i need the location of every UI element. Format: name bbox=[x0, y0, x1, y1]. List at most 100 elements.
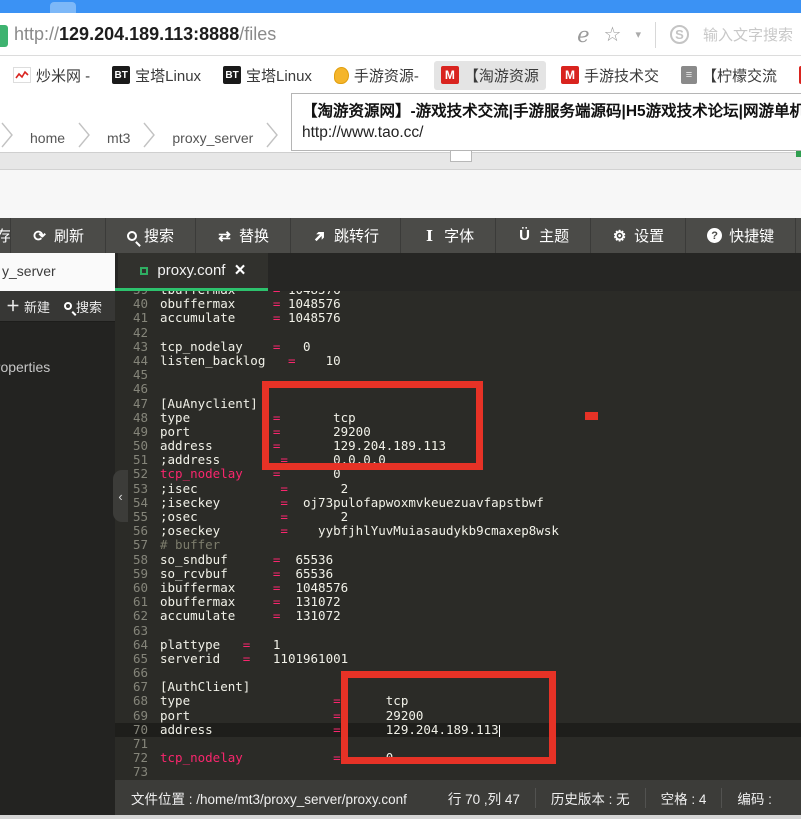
code-text: obuffermax = 131072 bbox=[160, 595, 341, 609]
url-text[interactable]: http://129.204.189.113:8888/files bbox=[14, 24, 276, 45]
divider bbox=[655, 22, 656, 48]
save-button-partial[interactable]: 存 bbox=[0, 218, 10, 253]
bookmark-label: 手游资源- bbox=[354, 65, 419, 86]
code-line[interactable]: 41accumulate = 1048576 bbox=[115, 311, 801, 325]
bookmark-item[interactable]: BT宝塔Linux bbox=[216, 61, 319, 90]
code-text: ;iseckey = oj73pulofapwoxmvkeuezuavfapst… bbox=[160, 496, 544, 510]
line-number: 62 bbox=[115, 609, 160, 623]
breadcrumb-item-mt3[interactable]: mt3 bbox=[91, 130, 142, 146]
line-number: 50 bbox=[115, 439, 160, 453]
settings-button[interactable]: ⚙设置 bbox=[591, 218, 685, 253]
bookmark-tooltip: 【淘游资源网】-游戏技术交流|手游服务端源码|H5游戏技术论坛|网游单机|手 h… bbox=[291, 93, 801, 151]
url-part: http:// bbox=[14, 24, 59, 44]
chart-icon bbox=[13, 67, 31, 83]
code-line[interactable]: 55;osec = 2 bbox=[115, 510, 801, 524]
toolbar-button-label: 主题 bbox=[539, 225, 569, 246]
file-location: 文件位置 : /home/mt3/proxy_server/proxy.conf bbox=[115, 788, 433, 808]
search-engine-icon[interactable]: S bbox=[670, 25, 689, 44]
new-file-button[interactable]: ＋ 新建 bbox=[6, 296, 50, 316]
bookmark-item[interactable]: M bbox=[792, 62, 801, 88]
code-line[interactable]: 62accumulate = 131072 bbox=[115, 609, 801, 623]
code-line[interactable]: 56;oseckey = yybfjhlYuvMuiasaudykb9cmaxe… bbox=[115, 524, 801, 538]
history-version[interactable]: 历史版本 : 无 bbox=[536, 788, 645, 808]
search-button[interactable]: 搜索 bbox=[106, 218, 195, 253]
help-button[interactable]: ?快捷键 bbox=[686, 218, 795, 253]
bookmark-item[interactable]: ≡【柠檬交流 bbox=[674, 61, 784, 90]
ie-compat-icon[interactable]: e bbox=[577, 23, 589, 47]
spaces-setting[interactable]: 空格 : 4 bbox=[646, 788, 722, 808]
bookmark-item[interactable]: 炒米网 - bbox=[6, 61, 97, 90]
code-line[interactable]: 58so_sndbuf = 65536 bbox=[115, 553, 801, 567]
toolbar-button-label: 跳转行 bbox=[334, 225, 379, 246]
bookmark-label: 【淘游资源 bbox=[464, 65, 539, 86]
refresh-button[interactable]: ⟳刷新 bbox=[11, 218, 105, 253]
tooltip-url: http://www.tao.cc/ bbox=[302, 124, 801, 142]
bookmark-item[interactable]: M手游技术交 bbox=[554, 61, 666, 90]
code-line[interactable]: 57# buffer bbox=[115, 538, 801, 552]
code-text: ;oseckey = yybfjhlYuvMuiasaudykb9cmaxep8… bbox=[160, 524, 559, 538]
refresh-icon: ⟳ bbox=[32, 227, 47, 245]
code-text: ibuffermax = 1048576 bbox=[160, 581, 348, 595]
settings-icon: ⚙ bbox=[612, 227, 627, 245]
search-input[interactable]: 输入文字搜索 bbox=[703, 24, 793, 45]
line-number: 69 bbox=[115, 709, 160, 723]
code-line[interactable]: 43tcp_nodelay = 0 bbox=[115, 340, 801, 354]
code-text: plattype = 1 bbox=[160, 638, 280, 652]
line-number: 65 bbox=[115, 652, 160, 666]
bottom-strip bbox=[0, 815, 801, 819]
close-tab-icon[interactable]: × bbox=[234, 261, 245, 280]
code-text: so_sndbuf = 65536 bbox=[160, 553, 333, 567]
replace-button[interactable]: ⇄替换 bbox=[196, 218, 290, 253]
plus-icon: ＋ bbox=[6, 296, 20, 316]
code-text: listen_backlog = 10 bbox=[160, 354, 341, 368]
code-text: obuffermax = 1048576 bbox=[160, 297, 341, 311]
theme-button[interactable]: Ü主题 bbox=[496, 218, 590, 253]
code-line[interactable]: 59so_rcvbuf = 65536 bbox=[115, 567, 801, 581]
chevron-icon bbox=[0, 121, 14, 154]
url-part: /files bbox=[239, 24, 276, 44]
code-line[interactable]: 40obuffermax = 1048576 bbox=[115, 297, 801, 311]
replace-icon: ⇄ bbox=[217, 227, 232, 245]
breadcrumb-item-home[interactable]: home bbox=[14, 130, 77, 146]
toolbar-button-label: 字体 bbox=[444, 225, 474, 246]
code-line[interactable]: 44listen_backlog = 10 bbox=[115, 354, 801, 368]
line-number: 58 bbox=[115, 553, 160, 567]
code-line[interactable]: 53;isec = 2 bbox=[115, 482, 801, 496]
tab-proxy-conf[interactable]: proxy.conf × bbox=[118, 253, 268, 288]
code-line[interactable]: 63 bbox=[115, 624, 801, 638]
sidebar-toolbar: ＋ 新建 搜索 bbox=[0, 291, 115, 322]
tooltip-title: 【淘游资源网】-游戏技术交流|手游服务端源码|H5游戏技术论坛|网游单机|手 bbox=[302, 99, 801, 121]
code-line[interactable]: 64plattype = 1 bbox=[115, 638, 801, 652]
code-line[interactable]: 61obuffermax = 131072 bbox=[115, 595, 801, 609]
code-line[interactable]: 65serverid = 1101961001 bbox=[115, 652, 801, 666]
dropdown-caret-icon[interactable]: ▾ bbox=[635, 28, 641, 41]
font-button[interactable]: I字体 bbox=[401, 218, 495, 253]
help-icon: ? bbox=[707, 228, 722, 243]
code-line[interactable]: 54;iseckey = oj73pulofapwoxmvkeuezuavfap… bbox=[115, 496, 801, 510]
goto-line-button[interactable]: ➔跳转行 bbox=[291, 218, 400, 253]
sidebar-collapse-handle[interactable]: ‹ bbox=[113, 470, 128, 522]
line-number: 43 bbox=[115, 340, 160, 354]
line-number: 51 bbox=[115, 453, 160, 467]
address-bar[interactable]: http://129.204.189.113:8888/files e ☆ ▾ … bbox=[0, 13, 801, 56]
line-number: 47 bbox=[115, 397, 160, 411]
code-line[interactable]: 42 bbox=[115, 326, 801, 340]
tab-label: proxy.conf bbox=[157, 262, 225, 279]
editor-toolbar: 存⟳刷新搜索⇄替换➔跳转行I字体Ü主题⚙设置?快捷键 bbox=[0, 218, 801, 253]
code-text: so_rcvbuf = 65536 bbox=[160, 567, 333, 581]
browser-tab-strip[interactable] bbox=[0, 0, 801, 13]
sidebar-file-item[interactable]: properties bbox=[0, 359, 50, 375]
bookmark-item[interactable]: BT宝塔Linux bbox=[105, 61, 208, 90]
sidebar-search-button[interactable]: 搜索 bbox=[64, 297, 102, 316]
bookmark-item[interactable]: 手游资源- bbox=[327, 61, 426, 90]
encoding-setting[interactable]: 编码 : bbox=[722, 788, 787, 808]
shell-icon bbox=[334, 67, 349, 84]
line-number: 49 bbox=[115, 425, 160, 439]
bookmark-star-icon[interactable]: ☆ bbox=[604, 22, 622, 47]
code-line[interactable]: 73 bbox=[115, 765, 801, 779]
breadcrumb-item-proxy_server[interactable]: proxy_server bbox=[156, 130, 265, 146]
code-line[interactable]: 60ibuffermax = 1048576 bbox=[115, 581, 801, 595]
annotation-dot bbox=[585, 412, 598, 420]
screen: http://129.204.189.113:8888/files e ☆ ▾ … bbox=[0, 0, 801, 819]
bookmark-item[interactable]: M【淘游资源 bbox=[434, 61, 546, 90]
